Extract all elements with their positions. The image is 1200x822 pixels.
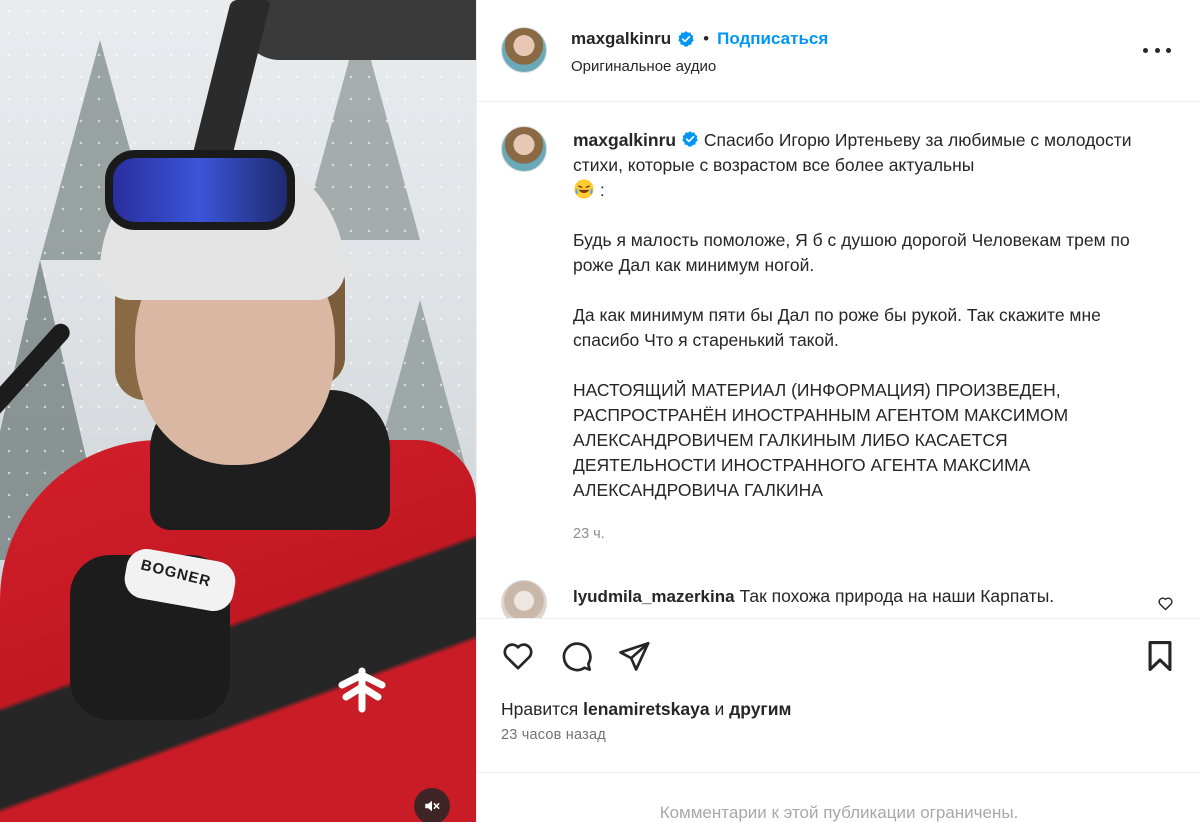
more-horizontal-icon — [1143, 47, 1148, 53]
verified-badge-icon — [678, 31, 694, 47]
comment-item: lyudmila_mazerkina Так похожа природа на… — [477, 580, 1200, 618]
caption-intro: maxgalkinru Спасибо Игорю Иртеньеву за л… — [573, 128, 1153, 203]
post-video[interactable]: BOGNER — [0, 0, 476, 822]
ski-goggles — [105, 150, 295, 230]
comment-text-row: lyudmila_mazerkina Так похожа природа на… — [573, 586, 1054, 607]
follow-button[interactable]: Подписаться — [717, 29, 828, 49]
original-audio-link[interactable]: Оригинальное аудио — [571, 58, 716, 75]
likes-conj: и — [714, 699, 725, 719]
post-side-panel: maxgalkinru • Подписаться Оригинальное а… — [476, 0, 1200, 822]
caption-disclaimer: НАСТОЯЩИЙ МАТЕРИАЛ (ИНФОРМАЦИЯ) ПРОИЗВЕД… — [573, 380, 1069, 500]
author-username[interactable]: maxgalkinru — [571, 29, 671, 49]
liked-by-username[interactable]: lenamiretskaya — [583, 699, 709, 719]
separator-dot: • — [703, 29, 710, 48]
chairlift-frame — [240, 0, 476, 60]
author-row: maxgalkinru • Подписаться — [571, 29, 828, 49]
caption-username[interactable]: maxgalkinru — [573, 130, 676, 150]
post-caption: maxgalkinru Спасибо Игорю Иртеньеву за л… — [573, 128, 1153, 528]
caption-intro-tail: : — [599, 180, 605, 200]
commenter-avatar[interactable] — [501, 580, 547, 618]
more-options-button[interactable] — [1143, 40, 1171, 60]
post-header: maxgalkinru • Подписаться Оригинальное а… — [477, 0, 1200, 102]
likes-prefix: Нравится — [501, 699, 579, 719]
bookmark-icon[interactable] — [1143, 639, 1177, 673]
comments-scroll-area[interactable]: maxgalkinru Спасибо Игорю Иртеньеву за л… — [477, 102, 1200, 618]
caption-timestamp[interactable]: 23 ч. — [573, 526, 605, 542]
author-avatar[interactable] — [501, 27, 547, 73]
comment-text: Так похожа природа на наши Карпаты. — [739, 586, 1055, 606]
comments-restricted-text: Комментарии к этой публикации ограничены… — [659, 803, 1019, 822]
caption-stanza-1: Будь я малость помоложе, Я б с душою дор… — [573, 230, 1130, 275]
heart-outline-icon[interactable] — [501, 639, 535, 673]
commenter-username[interactable]: lyudmila_mazerkina — [573, 587, 735, 606]
more-horizontal-icon — [1154, 47, 1160, 53]
post-actions: Нравится lenamiretskaya и другим 23 часо… — [477, 618, 1200, 772]
caption-stanza-2: Да как минимум пяти бы Дал по роже бы ру… — [573, 305, 1101, 350]
speaker-muted-icon — [425, 800, 440, 812]
paper-plane-icon[interactable] — [617, 639, 651, 673]
comments-restricted-notice: Комментарии к этой публикации ограничены… — [477, 772, 1200, 822]
heart-outline-icon[interactable] — [1157, 595, 1174, 612]
likes-others-link[interactable]: другим — [729, 699, 791, 719]
jacket-logo-icon — [338, 667, 386, 713]
likes-summary: Нравится lenamiretskaya и другим — [501, 699, 791, 720]
rolling-on-floor-laughing-emoji — [574, 179, 594, 199]
verified-badge-icon — [682, 131, 698, 147]
comment-bubble-icon[interactable] — [559, 639, 593, 673]
post-timestamp[interactable]: 23 часов назад — [501, 727, 606, 743]
mute-button[interactable] — [414, 788, 450, 822]
more-horizontal-icon — [1166, 47, 1171, 53]
caption-author-avatar[interactable] — [501, 126, 547, 172]
